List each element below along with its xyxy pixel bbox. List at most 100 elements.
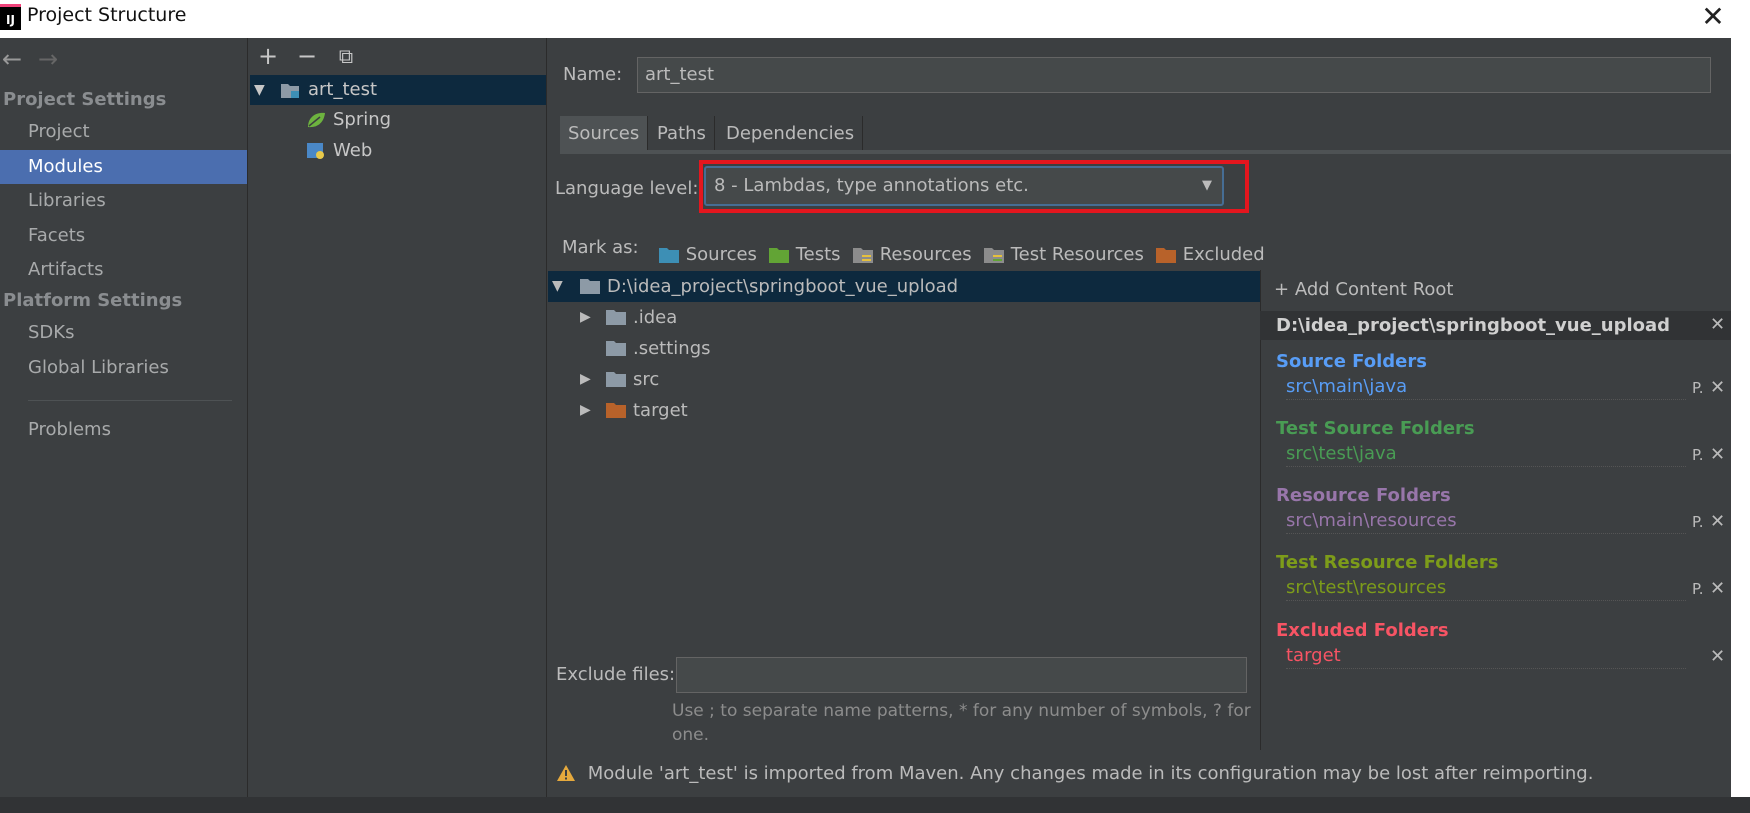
dialog-bottom-bar	[0, 797, 1750, 813]
content-root-row[interactable]: ▼ D:\idea_project\springboot_vue_upload	[548, 271, 1260, 302]
window-title: Project Structure	[27, 4, 187, 26]
language-level-label: Language level:	[555, 178, 699, 199]
test-resource-folder-path: src\test\resources	[1286, 577, 1686, 601]
chevron-down-icon[interactable]: ▼	[1202, 168, 1212, 204]
source-folders-title: Source Folders	[1276, 351, 1427, 372]
web-facet-icon	[306, 142, 326, 160]
close-window-button[interactable]: ✕	[1698, 3, 1728, 33]
sidebar-item-libraries[interactable]: Libraries	[0, 184, 247, 218]
mark-as-sources-button[interactable]: Sources	[658, 240, 757, 270]
sidebar-item-global-libraries[interactable]: Global Libraries	[0, 351, 247, 385]
sidebar-item-artifacts[interactable]: Artifacts	[0, 253, 247, 287]
mark-as-test-resources-button[interactable]: Test Resources	[983, 240, 1144, 270]
source-folder-path: src\main\java	[1286, 376, 1686, 400]
remove-folder-icon[interactable]: ✕	[1710, 646, 1725, 667]
excluded-folders-title: Excluded Folders	[1276, 620, 1449, 641]
content-root-path: D:\idea_project\springboot_vue_upload	[607, 276, 959, 297]
excluded-folder-icon	[605, 402, 627, 419]
test-resources-folder-icon	[984, 248, 1004, 263]
tree-row-target[interactable]: ▶ target	[580, 395, 880, 426]
intellij-app-icon: IJ	[0, 4, 21, 30]
remove-content-root-icon[interactable]: ✕	[1710, 314, 1725, 335]
add-content-root-label: Add Content Root	[1294, 279, 1454, 300]
tree-row-src[interactable]: ▶ src	[580, 364, 880, 395]
tab-dependencies[interactable]: Dependencies	[718, 116, 864, 151]
module-tree-pane	[249, 38, 547, 798]
remove-folder-icon[interactable]: ✕	[1710, 444, 1725, 465]
mark-as-resources-button[interactable]: Resources	[852, 240, 972, 270]
title-bar: IJ Project Structure ✕	[0, 0, 1750, 38]
mark-as-test-resources-label: Test Resources	[1010, 244, 1144, 265]
language-level-value: 8 - Lambdas, type annotations etc.	[714, 175, 1029, 196]
expand-triangle-icon[interactable]: ▼	[552, 271, 563, 302]
module-name: art_test	[308, 79, 378, 100]
remove-module-button[interactable]: −	[294, 42, 320, 70]
language-level-select[interactable]: 8 - Lambdas, type annotations etc. ▼	[704, 166, 1224, 206]
content-root-header: D:\idea_project\springboot_vue_upload	[1260, 311, 1731, 340]
remove-folder-icon[interactable]: ✕	[1710, 578, 1725, 599]
tree-row-module[interactable]: ▼ art_test	[250, 75, 546, 105]
module-name-input[interactable]: art_test	[637, 57, 1711, 93]
remove-folder-icon[interactable]: ✕	[1710, 377, 1725, 398]
excluded-folder-path: target	[1286, 645, 1686, 669]
platform-settings-header: Platform Settings	[3, 290, 183, 311]
tab-sources[interactable]: Sources	[560, 116, 649, 151]
resource-folder-path: src\main\resources	[1286, 510, 1686, 534]
folder-icon	[605, 309, 627, 326]
remove-folder-icon[interactable]: ✕	[1710, 511, 1725, 532]
resources-folder-icon	[853, 248, 873, 263]
project-settings-header: Project Settings	[3, 89, 167, 110]
sidebar-item-facets[interactable]: Facets	[0, 219, 247, 253]
edit-properties-icon[interactable]: P.	[1692, 379, 1703, 397]
copy-module-button[interactable]: ⧉	[333, 44, 359, 68]
module-folder-icon	[280, 82, 300, 99]
mark-as-excluded-label: Excluded	[1182, 244, 1265, 265]
sidebar-item-sdks[interactable]: SDKs	[0, 316, 247, 350]
back-arrow-icon[interactable]: ←	[2, 45, 22, 73]
resource-folders-title: Resource Folders	[1276, 485, 1451, 506]
add-module-button[interactable]: +	[255, 42, 281, 70]
sidebar-item-modules[interactable]: Modules	[0, 150, 247, 184]
expand-arrow-icon[interactable]: ▶	[580, 364, 591, 395]
plus-icon: +	[1274, 279, 1290, 300]
exclude-files-hint-line-1: Use ; to separate name patterns, * for a…	[672, 701, 1251, 721]
mark-as-excluded-button[interactable]: Excluded	[1155, 240, 1265, 270]
warning-text: Module 'art_test' is imported from Maven…	[587, 763, 1594, 784]
edit-properties-icon[interactable]: P.	[1692, 446, 1703, 464]
test-source-folder-path: src\test\java	[1286, 443, 1686, 467]
sidebar-item-problems[interactable]: Problems	[0, 413, 247, 447]
mark-as-sources-label: Sources	[685, 244, 757, 265]
facet-spring-label: Spring	[333, 109, 392, 130]
tab-paths[interactable]: Paths	[649, 116, 715, 151]
folder-name: src	[633, 369, 660, 390]
sidebar-divider	[28, 400, 232, 401]
forward-arrow-icon[interactable]: →	[38, 45, 58, 73]
spring-leaf-icon	[306, 111, 326, 129]
mark-as-label: Mark as:	[562, 237, 639, 258]
exclude-files-input[interactable]	[676, 657, 1247, 693]
expand-arrow-icon[interactable]: ▶	[580, 302, 591, 333]
expand-arrow-icon[interactable]: ▶	[580, 395, 591, 426]
folder-name: .idea	[633, 307, 678, 328]
tab-strip-underline	[560, 150, 1750, 154]
folder-name: target	[633, 400, 688, 421]
warning-icon	[556, 764, 576, 782]
exclude-files-hint-line-2: one.	[672, 725, 710, 745]
tree-row-idea[interactable]: ▶ .idea	[580, 302, 880, 333]
expand-triangle-icon[interactable]: ▼	[254, 75, 265, 105]
edit-properties-icon[interactable]: P.	[1692, 580, 1703, 598]
folder-icon	[605, 340, 627, 357]
mark-as-resources-label: Resources	[879, 244, 972, 265]
mark-as-tests-label: Tests	[795, 244, 841, 265]
mark-as-tests-button[interactable]: Tests	[768, 240, 841, 270]
tree-row-settings[interactable]: .settings	[580, 333, 880, 364]
test-resource-folders-title: Test Resource Folders	[1276, 552, 1499, 573]
edit-properties-icon[interactable]: P.	[1692, 513, 1703, 531]
exclude-files-label: Exclude files:	[556, 664, 676, 685]
facet-web-label: Web	[333, 140, 373, 161]
test-source-folders-title: Test Source Folders	[1276, 418, 1475, 439]
sidebar-item-project[interactable]: Project	[0, 115, 247, 149]
content-root-header-path: D:\idea_project\springboot_vue_upload	[1276, 315, 1671, 336]
add-content-root-button[interactable]: + Add Content Root	[1274, 279, 1454, 300]
maven-warning: Module 'art_test' is imported from Maven…	[556, 763, 1593, 784]
